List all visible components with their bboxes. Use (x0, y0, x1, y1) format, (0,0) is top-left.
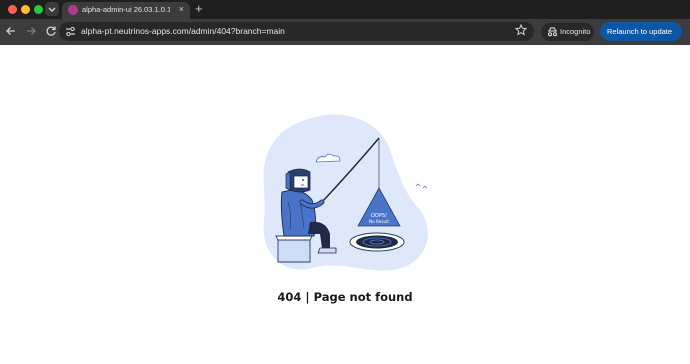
relaunch-label: Relaunch to update (607, 27, 673, 36)
site-info-icon[interactable] (65, 26, 76, 37)
tab-close-icon[interactable]: × (179, 4, 184, 14)
sign-line2: No Result (369, 219, 389, 224)
bookmark-star-icon[interactable] (515, 24, 527, 36)
window-minimize-button[interactable] (21, 5, 30, 14)
chevron-down-icon (48, 7, 56, 12)
reload-icon[interactable] (45, 25, 57, 37)
relaunch-to-update-button[interactable]: Relaunch to update (600, 22, 682, 41)
favicon-icon (68, 5, 78, 15)
url-text[interactable]: alpha-pt.neutrinos-apps.com/admin/404?br… (81, 26, 285, 36)
tab-strip: alpha-admin-ui 26.03.1.0.12 × + (0, 0, 690, 19)
fishing-illustration: OOPS! No Result (263, 114, 428, 271)
seat-box (275, 235, 313, 263)
window-maximize-button[interactable] (34, 5, 43, 14)
tab-title: alpha-admin-ui 26.03.1.0.12 (82, 5, 170, 14)
tab-search-button[interactable] (45, 2, 59, 16)
page-title: 404 | Page not found (277, 290, 413, 304)
new-tab-button[interactable]: + (195, 1, 203, 16)
incognito-indicator[interactable]: Incognito (541, 23, 594, 41)
incognito-label: Incognito (560, 27, 591, 36)
browser-toolbar: alpha-pt.neutrinos-apps.com/admin/404?br… (0, 19, 690, 45)
window-close-button[interactable] (8, 5, 17, 14)
incognito-icon (548, 27, 557, 37)
back-arrow-icon[interactable] (5, 25, 17, 37)
forward-arrow-icon[interactable] (25, 25, 37, 37)
active-tab[interactable]: alpha-admin-ui 26.03.1.0.12 × (62, 2, 190, 19)
ice-hole-icon (349, 232, 405, 252)
birds-icon (415, 183, 428, 189)
address-bar[interactable]: alpha-pt.neutrinos-apps.com/admin/404?br… (59, 22, 534, 41)
